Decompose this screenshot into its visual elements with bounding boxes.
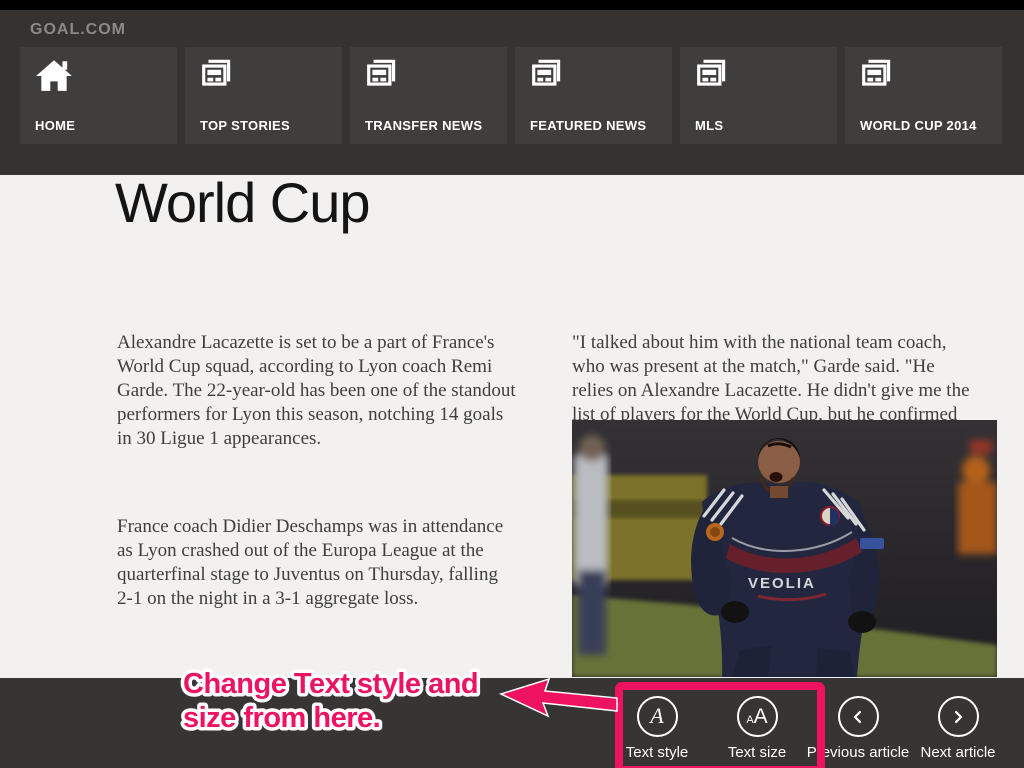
home-icon — [36, 60, 72, 91]
nav-tile-mls[interactable]: MLS — [680, 47, 837, 144]
nav-tile-home[interactable]: HOME — [20, 47, 177, 144]
article-photo: VEOLIA — [572, 420, 997, 677]
nav-tiles: HOME TOP STORIES TRANSFER NEWS FEATURED … — [20, 47, 1002, 144]
nav-tile-transfer-news[interactable]: TRANSFER NEWS — [350, 47, 507, 144]
news-icon — [697, 59, 726, 86]
button-label: Next article — [920, 744, 996, 761]
next-article-button[interactable]: Next article — [888, 696, 1024, 761]
news-icon — [862, 59, 891, 86]
chevron-left-icon — [837, 696, 879, 737]
nav-tile-label: HOME — [35, 118, 76, 133]
app-brand: GOAL.COM — [30, 21, 126, 38]
nav-tile-world-cup-2014[interactable]: WORLD CUP 2014 — [845, 47, 1002, 144]
news-icon — [202, 59, 231, 86]
nav-tile-top-stories[interactable]: TOP STORIES — [185, 47, 342, 144]
app-screen: g World Cup Alexandre Lacazette is set t… — [0, 0, 1024, 768]
news-icon — [532, 59, 561, 86]
article-headline: World Cup — [115, 171, 371, 234]
news-icon — [367, 59, 396, 86]
nav-tile-label: TRANSFER NEWS — [365, 118, 483, 133]
paragraph: Alexandre Lacazette is set to be a part … — [117, 332, 516, 449]
nav-tile-label: TOP STORIES — [200, 118, 290, 133]
top-navbar: GOAL.COM HOME TOP STORIES TRANSFER NEWS … — [0, 0, 1024, 175]
annotation-highlight-rect — [615, 682, 825, 768]
nav-tile-label: FEATURED NEWS — [530, 118, 647, 133]
paragraph: France coach Didier Deschamps was in att… — [117, 516, 504, 609]
nav-tile-label: WORLD CUP 2014 — [860, 118, 977, 133]
nav-tile-label: MLS — [695, 118, 724, 133]
nav-tile-featured-news[interactable]: FEATURED NEWS — [515, 47, 672, 144]
bottom-appbar: A Text style AA Text size Previous artic… — [0, 678, 1024, 768]
chevron-right-icon — [937, 696, 979, 737]
